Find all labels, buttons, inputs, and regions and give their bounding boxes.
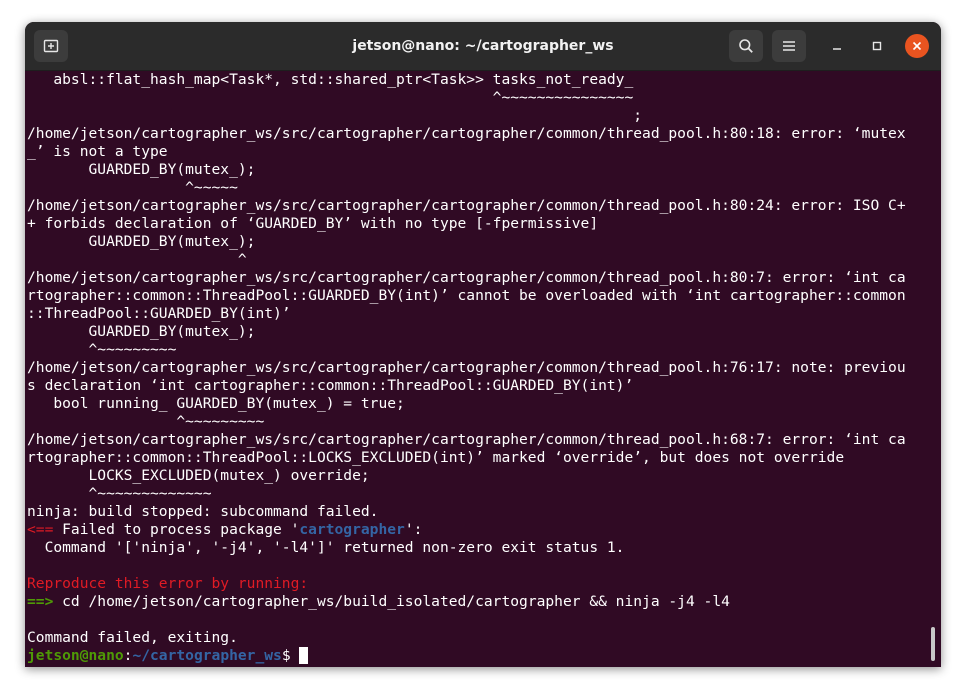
output-line: bool running_ GUARDED_BY(mutex_) = true; [27,395,405,412]
command-status-line: Command '['ninja', '-j4', '-l4']' return… [27,539,625,556]
output-line: ninja: build stopped: subcommand failed. [27,503,379,520]
hamburger-menu-icon [783,41,795,51]
prompt-path: ~/cartographer_ws [132,647,282,664]
command-marker: ==> [27,593,54,610]
output-line: ; [27,107,643,124]
reproduce-error-line: Reproduce this error by running: [27,575,309,592]
output-line: /home/jetson/cartographer_ws/src/cartogr… [27,269,906,286]
output-line: + forbids declaration of ‘GUARDED_BY’ wi… [27,215,599,232]
search-button[interactable] [729,30,763,62]
close-icon [912,41,922,51]
scrollbar-thumb[interactable] [931,627,935,661]
output-line: /home/jetson/cartographer_ws/src/cartogr… [27,431,906,448]
maximize-button[interactable] [865,34,889,58]
output-line: LOCKS_EXCLUDED(mutex_) override; [27,467,370,484]
output-line: ^ [27,251,247,268]
output-line: /home/jetson/cartographer_ws/src/cartogr… [27,197,906,214]
terminal-output[interactable]: absl::flat_hash_map<Task*, std::shared_p… [25,71,941,667]
output-line: ^~~~~~~~~~~~~~ [27,485,212,502]
failed-marker: <== [27,521,54,538]
output-line: GUARDED_BY(mutex_); [27,161,256,178]
failed-suffix: ': [404,521,423,538]
output-line: rtographer::common::ThreadPool::GUARDED_… [27,287,906,304]
output-line: ^~~~~~ [27,179,238,196]
prompt-dollar: $ [281,647,300,664]
prompt-user-host: jetson@nano [27,647,124,664]
output-line: rtographer::common::ThreadPool::LOCKS_EX… [27,449,845,466]
maximize-icon [872,41,882,51]
title-bar[interactable]: jetson@nano: ~/cartographer_ws [25,22,941,71]
exit-message: Command failed, exiting. [27,629,238,646]
close-button[interactable] [905,34,929,58]
output-line: /home/jetson/cartographer_ws/src/cartogr… [27,125,906,142]
minimize-icon [833,48,841,50]
reproduce-command-line: ==> cd /home/jetson/cartographer_ws/buil… [27,593,941,611]
failed-package-line: <== Failed to process package 'cartograp… [27,521,941,539]
output-line: ::ThreadPool::GUARDED_BY(int)’ [27,305,291,322]
output-line: absl::flat_hash_map<Task*, std::shared_p… [27,71,634,88]
failed-package-name: cartographer [299,521,405,538]
failed-text: Failed to process package ' [53,521,300,538]
output-line: ^~~~~~~~~~~~~~~~ [27,89,634,106]
shell-prompt[interactable]: jetson@nano:~/cartographer_ws$ [27,647,941,665]
search-icon [739,39,753,53]
minimize-button[interactable] [825,34,849,58]
output-line: /home/jetson/cartographer_ws/src/cartogr… [27,359,906,376]
output-line: GUARDED_BY(mutex_); [27,323,256,340]
menu-button[interactable] [772,30,806,62]
output-line: ^~~~~~~~~~ [27,341,177,358]
terminal-window: jetson@nano: ~/cartographer_ws absl::fla… [25,22,941,667]
output-line: s declaration ‘int cartographer::common:… [27,377,634,394]
output-line: GUARDED_BY(mutex_); [27,233,256,250]
reproduce-command: cd /home/jetson/cartographer_ws/build_is… [53,593,730,610]
output-line: _’ is not a type [27,143,168,160]
output-line: ^~~~~~~~~~ [27,413,265,430]
text-cursor [299,647,309,664]
